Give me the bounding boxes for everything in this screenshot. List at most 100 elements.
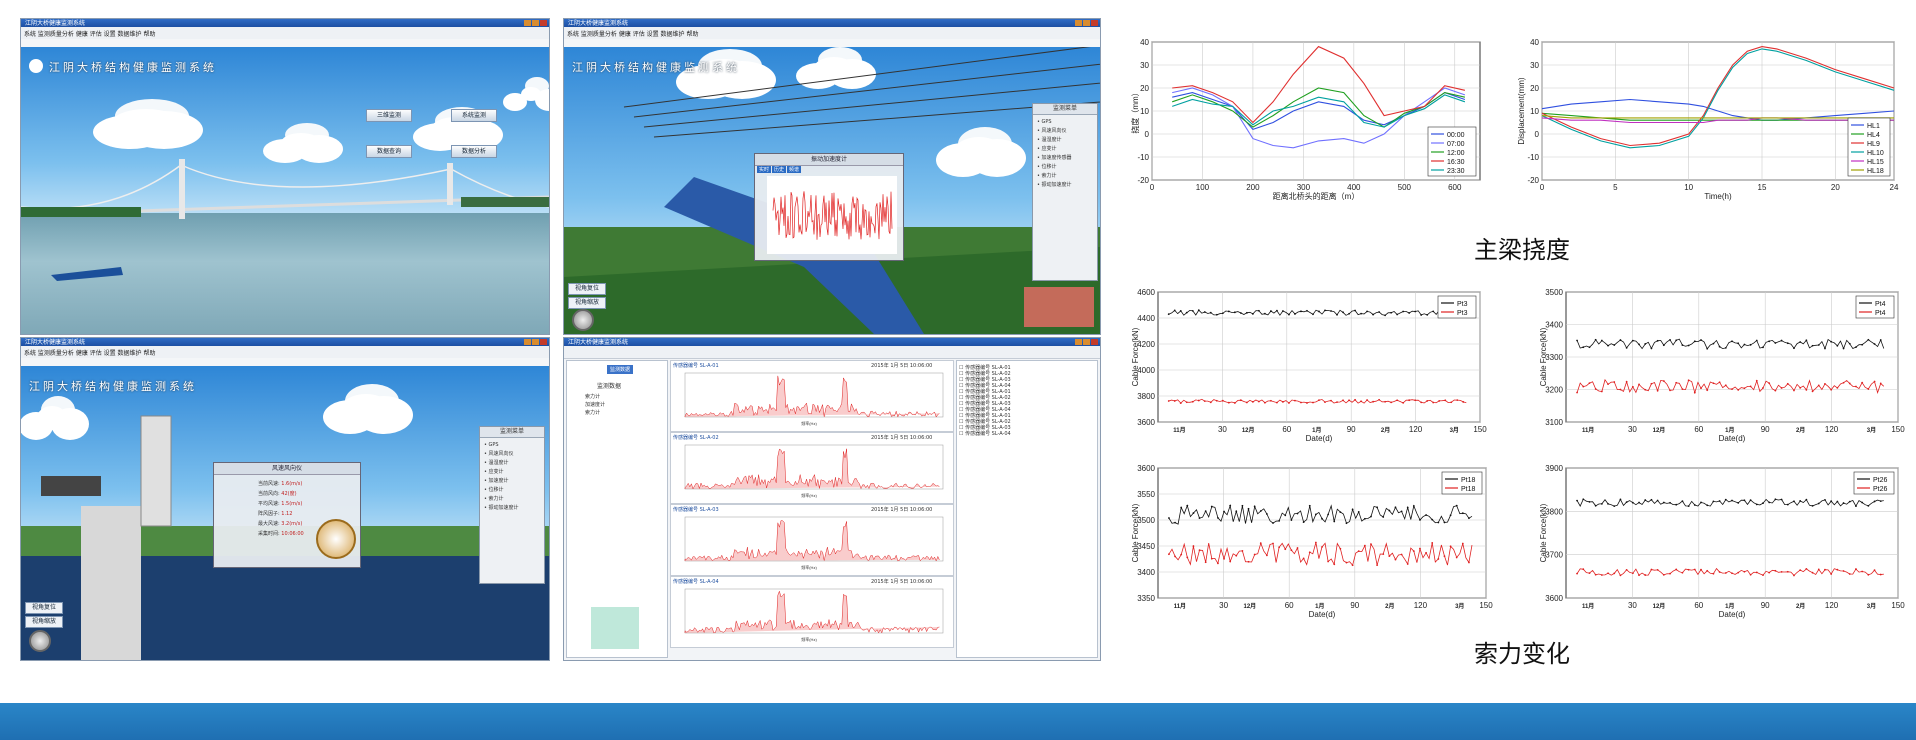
menu-button-3d-monitor[interactable]: 三维监测 [366,109,412,122]
data-point [1235,554,1238,557]
data-point [1743,387,1746,390]
minimize-icon[interactable] [524,339,531,345]
data-point [1607,344,1609,347]
tree-item[interactable]: 索力计 [585,409,605,417]
navigation-wheel-icon[interactable] [29,630,51,652]
side-menu-item[interactable]: • 风速风向仪 [484,450,540,459]
data-point [1327,560,1330,563]
data-point [1718,381,1721,384]
data-point [1625,501,1628,504]
side-menu-item[interactable]: • 应变计 [484,468,540,477]
data-point [1656,339,1659,342]
side-menu-item[interactable]: • 索力计 [484,495,540,504]
bridge-scene[interactable]: 江阴大桥结构健康监测系统 振动加速度计 实时 历史 频谱 监测菜单 • GPS •… [564,47,1100,334]
data-point [1185,311,1188,314]
maximize-icon[interactable] [1083,339,1090,345]
menu-button-system-monitor[interactable]: 系统监测 [451,109,497,122]
view-reset-button[interactable]: 视角复位 [568,283,606,295]
bridge-scene[interactable]: 江阴大桥结构健康监测系统 三维监测 系统监测 数据查询 数据分析 [21,47,549,334]
popup-tab[interactable]: 频谱 [787,166,802,173]
view-zoom-button[interactable]: 视角缩放 [568,297,606,309]
view-zoom-button[interactable]: 视角缩放 [25,616,63,628]
data-point [1780,570,1783,573]
menu-bar[interactable] [564,346,1100,359]
side-menu-item[interactable]: • 加速度传感器 [1037,154,1093,163]
month-label: 11月 [1173,426,1185,434]
menu-button-data-analysis[interactable]: 数据分析 [451,145,497,158]
wind-reading: 当前风向: 42(度) [258,491,297,497]
x-tick-label: 60 [1694,425,1703,434]
view-reset-button[interactable]: 视角复位 [25,602,63,614]
y-axis-label: Cable Force(kN) [1131,503,1140,562]
data-point [1576,572,1578,575]
side-menu-item[interactable]: • 温湿度计 [484,459,540,468]
data-point [1712,572,1715,575]
sensor-list-item[interactable]: ☐ 传感器编号 SL-A-04 [959,431,1011,437]
spectrum-timestamp[interactable]: 2015年 1月 5日 10:06:00 [871,434,932,441]
data-point [1848,573,1851,575]
close-icon[interactable] [540,20,547,26]
data-point [1203,311,1206,313]
popup-tab[interactable]: 历史 [772,166,787,173]
data-point [1861,381,1864,384]
maximize-icon[interactable] [532,339,539,345]
data-point [1312,401,1314,404]
side-menu-item[interactable]: • 位移计 [1037,163,1093,172]
close-icon[interactable] [1091,20,1098,26]
data-point [1227,401,1230,404]
side-menu-item[interactable]: • 加速度计 [484,477,540,486]
minimize-icon[interactable] [1075,339,1082,345]
data-point [1855,505,1857,507]
side-menu-item[interactable]: • GPS [484,441,540,450]
bridge-scene[interactable]: 江阴大桥结构健康监测系统 风速风向仪 当前风速: 1.6(m/s) 当前风向: 4… [21,366,549,660]
data-point [1848,342,1851,345]
data-point [1774,569,1777,572]
navigation-wheel-icon[interactable] [572,309,594,331]
side-menu-item[interactable]: • 温湿度计 [1037,136,1093,145]
side-menu-item[interactable]: • 应变计 [1037,145,1093,154]
data-point [1366,310,1368,313]
maximize-icon[interactable] [532,20,539,26]
spectrum-timestamp[interactable]: 2015年 1月 5日 10:06:00 [871,362,932,369]
data-point [1420,314,1423,316]
side-menu-item[interactable]: • 振动加速度计 [1037,181,1093,190]
tree-item[interactable]: 加速度计 [585,401,605,409]
data-point [1229,560,1232,563]
close-icon[interactable] [540,339,547,345]
menu-button-data-query[interactable]: 数据查询 [366,145,412,158]
data-point [1662,501,1665,504]
data-point [1793,574,1795,577]
maximize-icon[interactable] [1083,20,1090,26]
tab-monitor-data[interactable]: 监测数据 [607,365,634,374]
data-point [1669,572,1671,575]
data-point [1631,572,1634,575]
monitor-side-menu[interactable]: 监测菜单 • GPS • 风速风向仪 • 温湿度计 • 应变计 • 加速度传感器 • 位移… [1032,103,1098,281]
sensor-list-panel[interactable]: ☐ 传感器编号 SL-A-01 ☐ 传感器编号 SL-A-02 ☐ 传感器编号 SL… [956,360,1098,658]
monitor-side-menu[interactable]: 监测菜单 • GPS • 风速风向仪 • 温湿度计 • 应变计 • 加速度计 • 位移计 •… [479,426,545,584]
spectrum-xlabel: 频率(Hz) [801,636,817,642]
data-point [1836,387,1839,389]
minimize-icon[interactable] [524,20,531,26]
spectrum-timestamp[interactable]: 2015年 1月 5日 10:06:00 [871,506,932,513]
side-menu-item[interactable]: • 风速风向仪 [1037,127,1093,136]
data-point [1282,310,1284,312]
close-icon[interactable] [1091,339,1098,345]
side-menu-item[interactable]: • GPS [1037,118,1093,127]
legend-label: HL1 [1867,123,1880,130]
tree-item[interactable]: 索力计 [585,393,605,401]
spectrum-timestamp[interactable]: 2015年 1月 5日 10:06:00 [871,578,932,585]
sensor-tree-panel[interactable]: 监测数据 监测数据 索力计 加速度计 索力计 [566,360,668,658]
data-point [1768,571,1771,574]
data-point [1455,504,1458,507]
minimize-icon[interactable] [1075,20,1082,26]
side-menu-item[interactable]: • 振动加速度计 [484,504,540,513]
data-point [1198,517,1201,519]
data-point [1270,399,1272,402]
side-menu-item[interactable]: • 位移计 [484,486,540,495]
popup-tab[interactable]: 实时 [757,166,772,173]
y-axis-label: Cable Force(kN) [1539,327,1548,386]
data-point [1693,568,1696,571]
side-menu-item[interactable]: • 索力计 [1037,172,1093,181]
data-point [1842,570,1845,572]
caption-cable: 索力变化 [1474,640,1570,668]
